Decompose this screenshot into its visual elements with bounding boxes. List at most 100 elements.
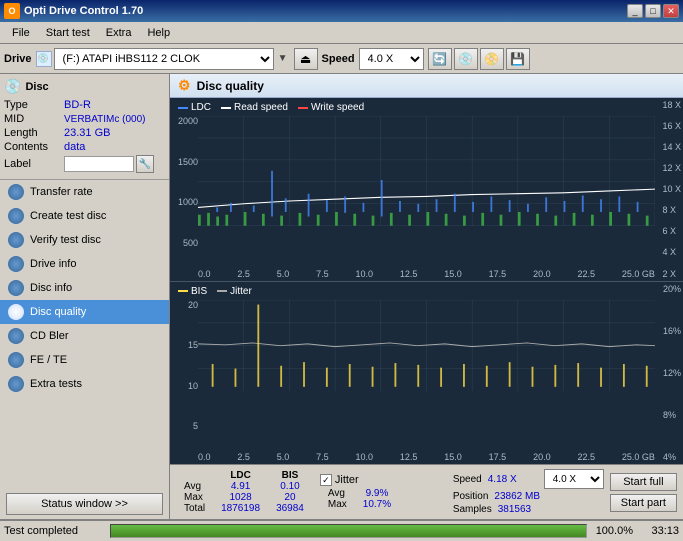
disc-type-label: Type xyxy=(4,99,64,111)
nav-create-test-disc[interactable]: Create test disc xyxy=(0,204,169,228)
speed-speed-label: Speed xyxy=(453,474,482,485)
stats-total-ldc: 1876198 xyxy=(213,503,268,514)
nav-cd-bler-label: CD Bler xyxy=(30,330,69,342)
stats-area: LDC BIS Avg 4.91 0.10 Max 1028 xyxy=(170,464,683,519)
status-window-button[interactable]: Status window >> xyxy=(6,493,163,515)
bottom-chart: BIS Jitter 20%16%12%8%4% 2015105 xyxy=(170,282,683,465)
nav-drive-info[interactable]: Drive info xyxy=(0,252,169,276)
disc-label-button[interactable]: 🔧 xyxy=(136,155,154,173)
nav-drive-info-label: Drive info xyxy=(30,258,76,270)
disc-mid-label: MID xyxy=(4,113,64,125)
speed-position-val: 23862 MB xyxy=(494,491,544,502)
menu-start-test[interactable]: Start test xyxy=(38,25,98,41)
fe-te-icon xyxy=(8,352,24,368)
disc-type-value: BD-R xyxy=(64,99,91,111)
stats-total-label: Total xyxy=(176,503,213,514)
disc-label-input[interactable] xyxy=(64,156,134,172)
title-bar: O Opti Drive Control 1.70 _ □ ✕ xyxy=(0,0,683,22)
disc-section: 💿 Disc Type BD-R MID VERBATIMc (000) Len… xyxy=(0,74,169,180)
close-button[interactable]: ✕ xyxy=(663,4,679,18)
maximize-button[interactable]: □ xyxy=(645,4,661,18)
nav-transfer-rate[interactable]: Transfer rate xyxy=(0,180,169,204)
charts-area: LDC Read speed Write speed 18 X16 X14 X1… xyxy=(170,98,683,464)
chart-title: Disc quality xyxy=(197,79,264,93)
burn-button[interactable]: 📀 xyxy=(480,48,504,70)
window-controls: _ □ ✕ xyxy=(627,4,679,18)
speed-select-toolbar[interactable]: 4.0 X xyxy=(359,48,424,70)
chart-gear-icon: ⚙ xyxy=(178,77,191,94)
stats-max-ldc: 1028 xyxy=(213,492,268,503)
jitter-avg-label: Avg xyxy=(320,488,355,499)
top-chart: LDC Read speed Write speed 18 X16 X14 X1… xyxy=(170,98,683,282)
disc-mid-value: VERBATIMc (000) xyxy=(64,114,146,125)
nav-verify-test-disc[interactable]: Verify test disc xyxy=(0,228,169,252)
drive-select[interactable]: (F:) ATAPI iHBS112 2 CLOK xyxy=(54,48,274,70)
chart-header: ⚙ Disc quality xyxy=(170,74,683,98)
top-chart-legend: LDC Read speed Write speed xyxy=(178,102,364,113)
jitter-max-label: Max xyxy=(320,499,355,510)
stats-bis-header: BIS xyxy=(268,470,312,481)
status-text: Test completed xyxy=(4,525,104,537)
disc-length-value: 23.31 GB xyxy=(64,127,110,139)
drive-dropdown-arrow: ▼ xyxy=(276,52,290,66)
menu-file[interactable]: File xyxy=(4,25,38,41)
bottom-chart-y-axis-right: 20%16%12%8%4% xyxy=(663,282,681,465)
app-title: Opti Drive Control 1.70 xyxy=(24,5,143,17)
right-panel: ⚙ Disc quality LDC Read speed Write spee… xyxy=(170,74,683,519)
transfer-rate-icon xyxy=(8,184,24,200)
nav-extra-tests-label: Extra tests xyxy=(30,378,82,390)
legend-ldc: LDC xyxy=(191,102,211,113)
top-chart-x-axis: 0.02.55.07.510.012.515.017.520.022.525.0… xyxy=(198,269,655,279)
menu-extra[interactable]: Extra xyxy=(98,25,140,41)
jitter-checkbox[interactable]: ✓ xyxy=(320,474,332,486)
start-part-button[interactable]: Start part xyxy=(610,494,677,512)
stats-max-bis: 20 xyxy=(268,492,312,503)
bottom-chart-y-axis-left: 2015105 xyxy=(170,282,198,465)
nav-disc-quality[interactable]: Disc quality xyxy=(0,300,169,324)
speed-position-label: Position xyxy=(453,491,489,502)
jitter-max-val: 10.7% xyxy=(355,499,399,510)
nav-cd-bler[interactable]: CD Bler xyxy=(0,324,169,348)
top-chart-svg xyxy=(198,116,655,226)
eject-button[interactable]: ⏏ xyxy=(294,48,318,70)
cd-bler-icon xyxy=(8,328,24,344)
stats-max-label: Max xyxy=(176,492,213,503)
legend-write-speed: Write speed xyxy=(311,102,364,113)
drive-label: Drive xyxy=(4,53,32,65)
legend-jitter: Jitter xyxy=(230,286,252,297)
speed-samples-label: Samples xyxy=(453,504,492,515)
legend-bis: BIS xyxy=(191,286,207,297)
disc-section-title: Disc xyxy=(25,81,48,93)
drive-info-icon xyxy=(8,256,24,272)
refresh-button[interactable]: 🔄 xyxy=(428,48,452,70)
top-chart-y-axis-left: 200015001000500 xyxy=(170,98,198,281)
stats-avg-bis: 0.10 xyxy=(268,481,312,492)
minimize-button[interactable]: _ xyxy=(627,4,643,18)
nav-disc-info[interactable]: Disc info xyxy=(0,276,169,300)
speed-samples-val: 381563 xyxy=(498,504,548,515)
menu-help[interactable]: Help xyxy=(139,25,178,41)
legend-read-speed: Read speed xyxy=(234,102,288,113)
start-full-button[interactable]: Start full xyxy=(610,473,677,491)
jitter-section: ✓ Jitter Avg 9.9% Max xyxy=(320,474,399,510)
extra-tests-icon xyxy=(8,376,24,392)
menu-bar: File Start test Extra Help xyxy=(0,22,683,44)
progress-bar-inner xyxy=(111,525,586,537)
stats-avg-ldc: 4.91 xyxy=(213,481,268,492)
stats-ldc-header: LDC xyxy=(213,470,268,481)
nav-fe-te-label: FE / TE xyxy=(30,354,67,366)
nav-extra-tests[interactable]: Extra tests xyxy=(0,372,169,396)
speed-speed-val: 4.18 X xyxy=(488,474,538,485)
disc-contents-label: Contents xyxy=(4,141,64,153)
nav-fe-te[interactable]: FE / TE xyxy=(0,348,169,372)
save-button[interactable]: 💾 xyxy=(506,48,530,70)
bottom-chart-svg xyxy=(198,300,655,391)
disc-quality-icon xyxy=(8,304,24,320)
speed-select-stats[interactable]: 4.0 X xyxy=(544,469,604,489)
progress-percent: 100.0% xyxy=(593,525,633,537)
disc-button[interactable]: 💿 xyxy=(454,48,478,70)
stats-table: LDC BIS Avg 4.91 0.10 Max 1028 xyxy=(176,470,312,514)
speed-section: Speed 4.18 X 4.0 X Position 23862 MB Sam… xyxy=(453,469,604,515)
jitter-table: Avg 9.9% Max 10.7% xyxy=(320,488,399,510)
bottom-chart-x-axis: 0.02.55.07.510.012.515.017.520.022.525.0… xyxy=(198,452,655,462)
